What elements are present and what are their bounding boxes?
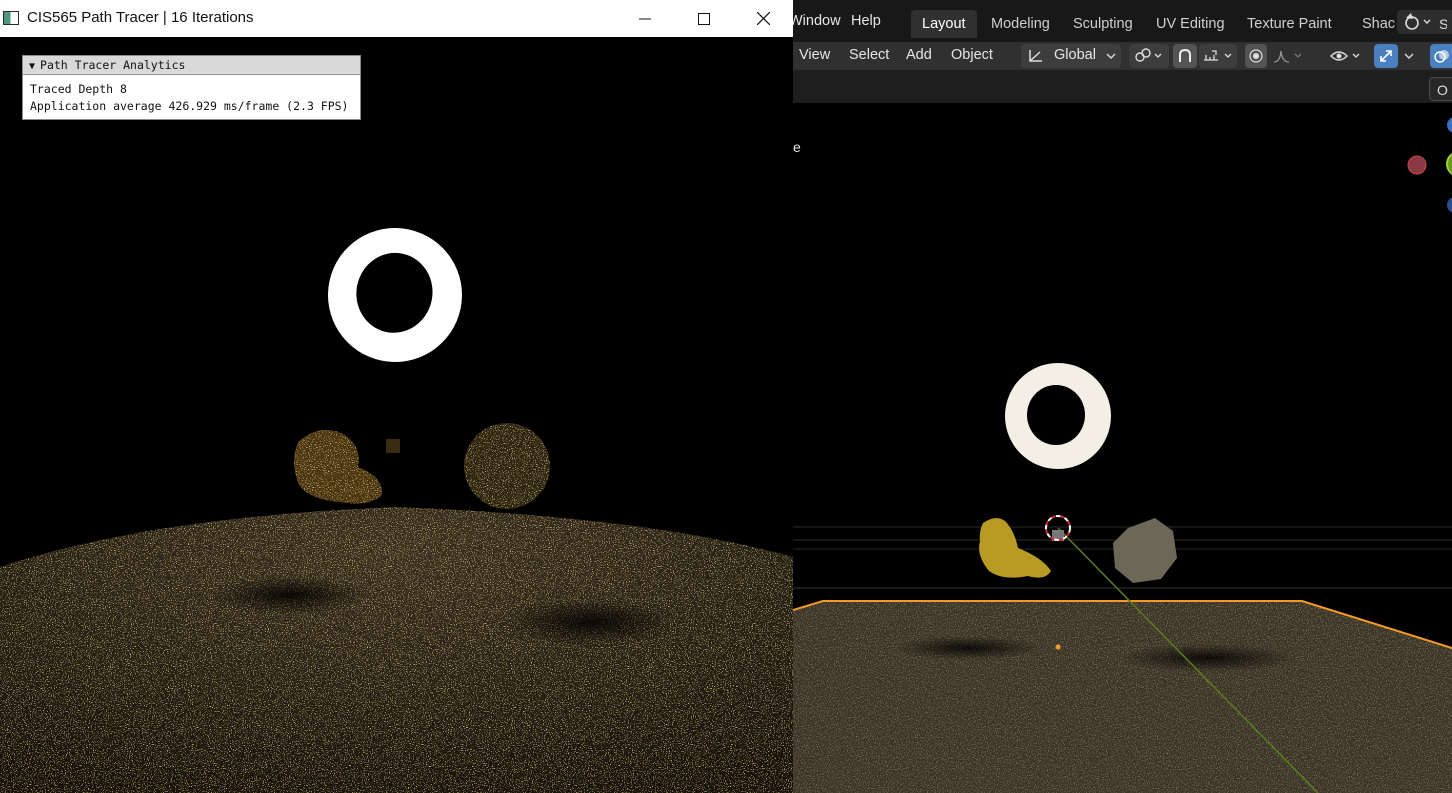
floor-noise [793, 601, 1452, 793]
close-button[interactable] [734, 0, 792, 37]
maximize-icon [698, 12, 710, 25]
proportional-edit-toggle[interactable] [1245, 44, 1267, 68]
tab-uv-editing[interactable]: UV Editing [1145, 10, 1236, 38]
maximize-button[interactable] [675, 0, 733, 37]
tab-sculpting[interactable]: Sculpting [1062, 10, 1144, 38]
header-menu-add[interactable]: Add [906, 47, 932, 63]
menu-help[interactable]: Help [851, 13, 881, 29]
shadow-duck [893, 636, 1043, 660]
render-output [0, 228, 793, 793]
shadow-sphere [1118, 644, 1298, 672]
torus-light [328, 228, 462, 362]
minimize-icon [639, 18, 651, 19]
sphere-object[interactable] [1113, 518, 1177, 583]
gizmo-z-axis-icon[interactable] [1447, 117, 1452, 133]
header-menu-object[interactable]: Object [951, 47, 993, 63]
gizmo-x-axis-icon[interactable] [1407, 155, 1427, 175]
options-button[interactable]: O [1429, 77, 1452, 101]
svg-text:S: S [1439, 16, 1447, 32]
gizmo-icon [1380, 50, 1392, 62]
traced-depth-text: Traced Depth 8 [30, 82, 127, 96]
magnet-icon [1179, 48, 1191, 62]
tab-modeling[interactable]: Modeling [980, 10, 1061, 38]
viewport-header: View Select Add Object Global [793, 42, 1452, 70]
proportional-edit-icon [1249, 49, 1263, 63]
chevron-down-icon [1106, 53, 1116, 59]
snap-target-dropdown[interactable] [1199, 44, 1237, 68]
torus-object[interactable] [1005, 363, 1111, 469]
duck-object [294, 429, 383, 504]
falloff-curve-icon [1273, 50, 1302, 63]
analytics-panel-title: Path Tracer Analytics [40, 58, 186, 72]
frame-time-text: Application average 426.929 ms/frame (2.… [30, 99, 349, 113]
header-menu-view[interactable]: View [799, 47, 830, 63]
snap-increment-icon [1204, 50, 1232, 61]
3d-viewport[interactable] [793, 103, 1452, 793]
path-tracer-window: CIS565 Path Tracer | 16 Iterations ▼ Pat… [0, 0, 793, 793]
window-title: CIS565 Path Tracer | 16 Iterations [27, 9, 254, 26]
scene-selector-button[interactable]: S [1397, 10, 1452, 34]
gizmo-y-axis-icon[interactable] [1446, 152, 1452, 176]
orientation-label: Global [1054, 47, 1096, 63]
tab-texture-paint[interactable]: Texture Paint [1236, 10, 1343, 38]
scene-icon: S [1405, 13, 1448, 32]
app-icon [3, 11, 19, 25]
analytics-panel-header[interactable]: ▼ Path Tracer Analytics [23, 56, 360, 75]
cube-object [386, 439, 400, 453]
tab-layout[interactable]: Layout [911, 10, 977, 38]
viewport-object-label: e [793, 139, 801, 155]
overlay-icon [1434, 50, 1449, 63]
falloff-dropdown[interactable] [1269, 44, 1307, 68]
sphere-object [464, 423, 550, 509]
floor-noise [0, 507, 793, 793]
pivot-point-dropdown[interactable] [1129, 44, 1169, 68]
menu-window[interactable]: Window [793, 13, 841, 29]
chevron-down-icon [1404, 53, 1414, 59]
window-titlebar[interactable]: CIS565 Path Tracer | 16 Iterations [0, 0, 793, 37]
blender-topbar: Window Help Layout Modeling Sculpting UV… [793, 0, 1452, 42]
shadow-duck [210, 575, 370, 615]
visibility-dropdown[interactable] [1327, 44, 1367, 68]
close-icon [756, 12, 770, 25]
shadow-sphere [500, 598, 680, 646]
analytics-panel: ▼ Path Tracer Analytics Traced Depth 8 Ap… [22, 55, 361, 120]
gizmo-toggle[interactable] [1374, 44, 1398, 68]
overlay-toggle[interactable] [1430, 44, 1452, 68]
gizmo-dropdown[interactable] [1400, 44, 1418, 68]
orientation-axes-icon [1029, 50, 1042, 62]
pivot-icon [1135, 48, 1162, 62]
navigation-gizmo[interactable] [1407, 117, 1452, 213]
minimize-button[interactable] [616, 0, 674, 37]
origin-dot [1055, 644, 1061, 650]
transform-orientation-dropdown[interactable]: Global [1021, 44, 1121, 68]
eye-icon [1330, 51, 1360, 61]
collapse-triangle-icon[interactable]: ▼ [29, 58, 35, 76]
header-menu-select[interactable]: Select [849, 47, 889, 63]
blender-window: Window Help Layout Modeling Sculpting UV… [793, 0, 1452, 793]
gizmo-neg-z-axis-icon[interactable] [1447, 197, 1452, 213]
snap-toggle[interactable] [1173, 44, 1197, 68]
viewport-tool-header [793, 70, 1452, 103]
